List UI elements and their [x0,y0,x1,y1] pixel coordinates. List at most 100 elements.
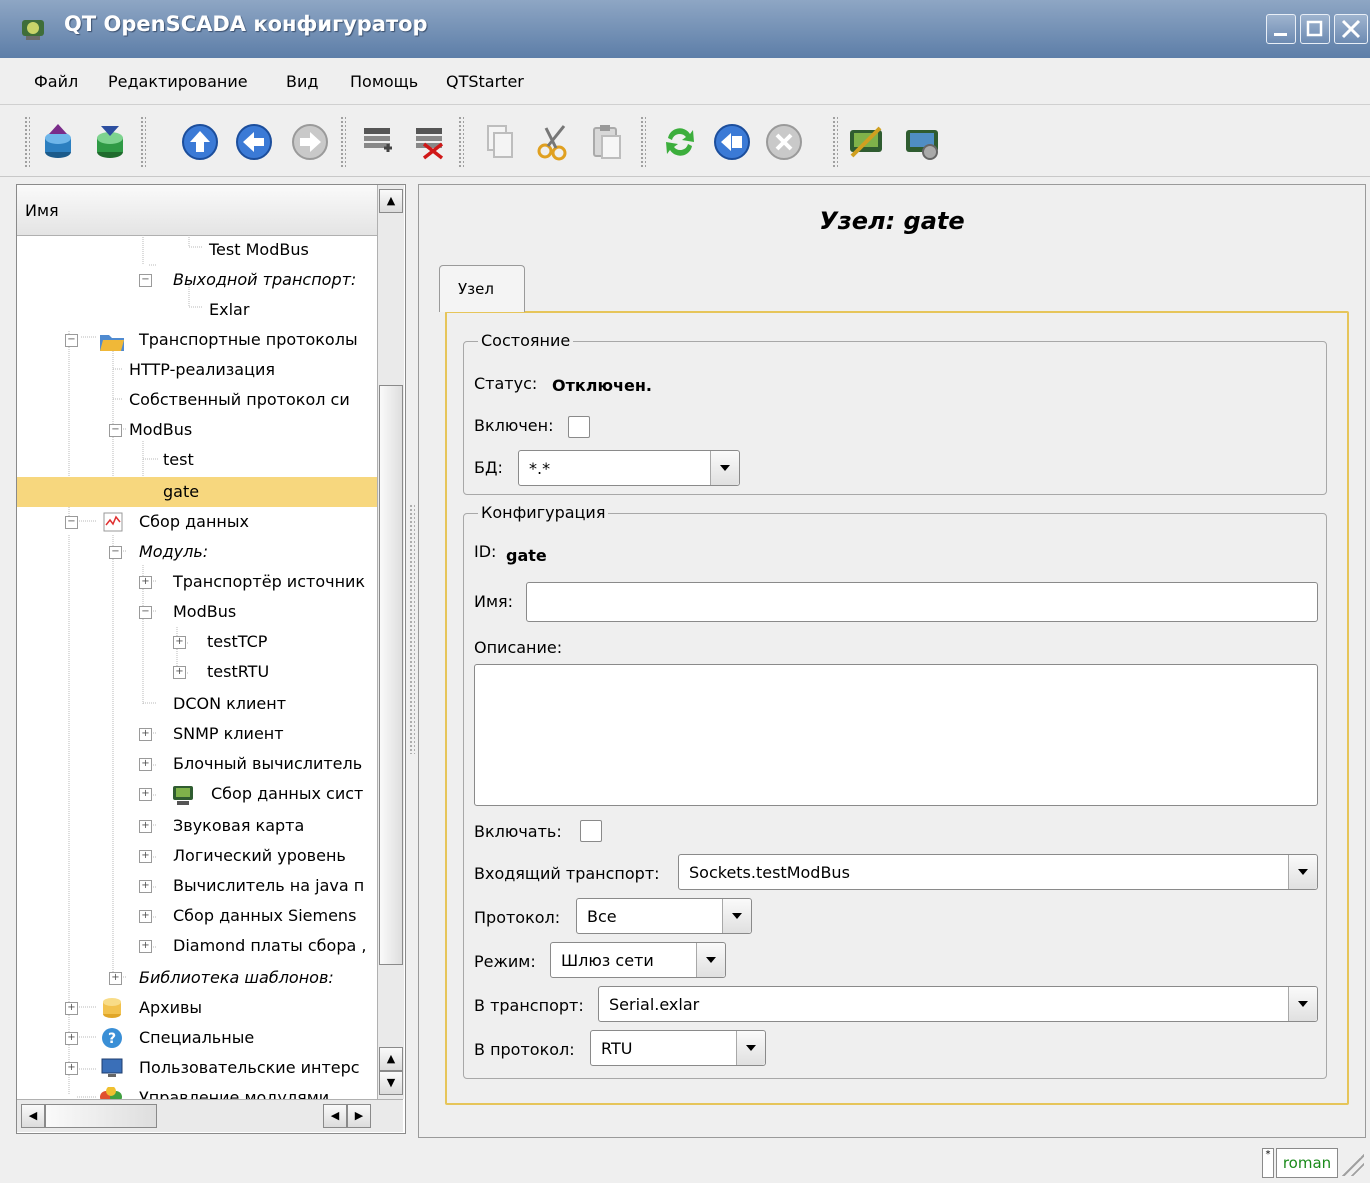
expand-icon[interactable]: + [65,1032,78,1045]
expand-icon[interactable]: + [139,788,152,801]
module-manager-icon[interactable] [902,122,942,162]
tree-item[interactable]: − Модуль: [17,537,377,567]
tree-item[interactable]: + SNMP клиент [17,719,377,749]
scroll-right-button[interactable]: ▶ [347,1104,371,1128]
collapse-icon[interactable]: − [65,516,78,529]
tab-node[interactable]: Узел [439,265,525,312]
tree-item[interactable]: − Сбор данных [17,507,377,537]
collapse-icon[interactable]: − [65,334,78,347]
tree-item[interactable]: Test ModBus [17,235,377,265]
maximize-button[interactable] [1300,14,1330,44]
tree-item[interactable]: + testRTU [17,657,377,687]
copy-icon[interactable] [480,122,520,162]
dropdown-arrow-icon[interactable] [710,451,739,485]
add-item-icon[interactable] [358,122,398,162]
current-user[interactable]: roman [1276,1148,1338,1178]
dropdown-arrow-icon[interactable] [1288,855,1317,889]
menu-qtstarter[interactable]: QTStarter [446,72,524,91]
expand-icon[interactable]: + [139,576,152,589]
start-icon[interactable] [712,122,752,162]
toolbar-grip[interactable] [24,116,30,168]
tree-item[interactable]: − Транспортные протоколы [17,325,377,355]
collapse-icon[interactable]: − [139,606,152,619]
output-transport-select[interactable]: Serial.exlar [598,986,1318,1022]
tree-item[interactable]: − ModBus [17,597,377,627]
forward-icon[interactable] [290,122,330,162]
tree-item[interactable]: + Пользовательские интерс [17,1053,377,1083]
tree-item[interactable]: − ModBus [17,415,377,445]
expand-icon[interactable]: + [139,850,152,863]
scroll-down-button[interactable]: ▼ [379,1071,403,1095]
output-protocol-select[interactable]: RTU [590,1030,766,1066]
scroll-left-button[interactable]: ◀ [323,1104,347,1128]
menu-file[interactable]: Файл [34,72,78,91]
expand-icon[interactable]: + [109,972,122,985]
scroll-up-button[interactable]: ▲ [379,189,403,213]
protocol-select[interactable]: Все [576,898,752,934]
cut-icon[interactable] [534,122,574,162]
tree-horizontal-scrollbar[interactable]: ◀ ◀ ▶ [17,1099,403,1132]
expand-icon[interactable]: + [139,820,152,833]
tree-item[interactable]: − Выходной транспорт: [17,265,377,295]
expand-icon[interactable]: + [139,758,152,771]
menu-edit[interactable]: Редактирование [108,72,248,91]
tree-item[interactable]: test [17,445,377,475]
expand-icon[interactable]: + [139,880,152,893]
tree-item[interactable]: + Логический уровень [17,841,377,871]
tree-item[interactable]: + Блочный вычислитель [17,749,377,779]
enabled-checkbox[interactable] [568,416,590,438]
db-select[interactable]: *.* [518,450,740,486]
up-icon[interactable] [180,122,220,162]
tree-item-selected[interactable]: gate [17,477,377,507]
mode-select[interactable]: Шлюз сети [550,942,726,978]
tree-item[interactable]: + ? Специальные [17,1023,377,1053]
load-db-icon[interactable] [38,122,78,162]
title-bar[interactable]: QT OpenSCADA конфигуратор [0,0,1370,58]
tree-item[interactable]: + Сбор данных сист [17,779,377,809]
tree-item[interactable]: Собственный протокол си [17,385,377,415]
expand-icon[interactable]: + [139,910,152,923]
dropdown-arrow-icon[interactable] [722,899,751,933]
panel-splitter[interactable] [409,504,415,754]
name-input[interactable] [526,582,1318,622]
close-button[interactable] [1334,14,1368,44]
minimize-button[interactable] [1266,14,1296,44]
tree-item[interactable]: + Библиотека шаблонов: [17,963,377,993]
collapse-icon[interactable]: − [109,546,122,559]
collapse-icon[interactable]: − [109,424,122,437]
tree-item[interactable]: + testTCP [17,627,377,657]
expand-icon[interactable]: + [173,666,186,679]
tree-item[interactable]: Exlar [17,295,377,325]
dropdown-arrow-icon[interactable] [696,943,725,977]
menu-view[interactable]: Вид [286,72,318,91]
delete-item-icon[interactable] [410,122,450,162]
paste-icon[interactable] [588,122,628,162]
input-transport-select[interactable]: Sockets.testModBus [678,854,1318,890]
scroll-left-button[interactable]: ◀ [21,1104,45,1128]
expand-icon[interactable]: + [65,1002,78,1015]
tree-column-header[interactable]: Имя [17,185,378,236]
tree-item[interactable]: + Транспортёр источник [17,567,377,597]
tree-item[interactable]: + Архивы [17,993,377,1023]
collapse-icon[interactable]: − [139,274,152,287]
to-enable-checkbox[interactable] [580,820,602,842]
tree-item[interactable]: + Вычислитель на java п [17,871,377,901]
scroll-up-button[interactable]: ▲ [379,1047,403,1071]
back-icon[interactable] [234,122,274,162]
description-textarea[interactable] [474,664,1318,806]
save-db-icon[interactable] [90,122,130,162]
expand-icon[interactable]: + [139,728,152,741]
tree-item[interactable]: DCON клиент [17,689,377,719]
tree-vertical-scrollbar[interactable]: ▲ ▲ ▼ [377,185,404,1099]
scroll-thumb[interactable] [45,1104,157,1128]
menu-help[interactable]: Помощь [350,72,418,91]
dropdown-arrow-icon[interactable] [736,1031,765,1065]
refresh-icon[interactable] [660,122,700,162]
tree-item[interactable]: + Сбор данных Siemens [17,901,377,931]
expand-icon[interactable]: + [173,636,186,649]
tree-item[interactable]: + Diamond платы сбора , [17,931,377,961]
configurator-icon[interactable] [846,122,886,162]
dropdown-arrow-icon[interactable] [1288,987,1317,1021]
tree-item[interactable]: HTTP-реализация [17,355,377,385]
expand-icon[interactable]: + [65,1062,78,1075]
